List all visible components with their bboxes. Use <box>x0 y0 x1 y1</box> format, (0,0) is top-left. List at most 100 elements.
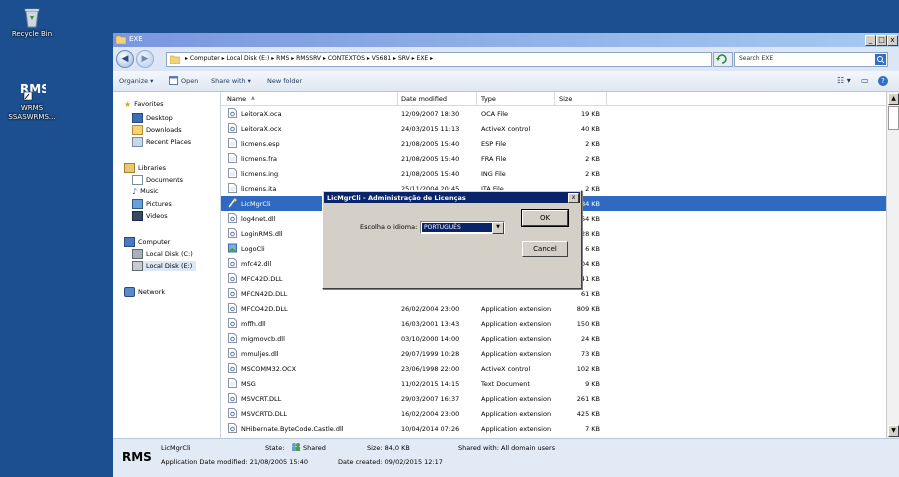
address-bar[interactable]: ▸ Computer ▸ Local Disk (E:) ▸ RMS ▸ RMS… <box>166 52 712 67</box>
details-state-label: State: <box>265 444 285 452</box>
wrms-label-line2: SSASWRMS... <box>8 113 56 121</box>
nav-desktop[interactable]: Desktop <box>132 113 173 123</box>
file-name: LeitoraX.oca <box>241 110 282 118</box>
table-row[interactable]: MSVCRTD.DLL 16/02/2004 23:00 Application e… <box>221 406 886 421</box>
file-name: NHibernate.ByteCode.Castle.dll <box>241 425 344 433</box>
file-name: MSG <box>241 380 256 388</box>
details-created: Date created: 09/02/2015 12:17 <box>338 458 443 466</box>
chevron-down-icon[interactable]: ▼ <box>492 222 504 234</box>
nav-pictures[interactable]: Pictures <box>132 199 172 209</box>
address-row: ◀ ▶ ▸ Computer ▸ Local Disk (E:) ▸ RMS ▸… <box>113 47 899 71</box>
column-header-name[interactable]: Name <box>227 95 246 103</box>
nav-favorites[interactable]: ★ Favorites <box>124 100 164 109</box>
file-date: 29/07/1999 10:28 <box>401 350 460 358</box>
column-header-date[interactable]: Date modified <box>401 95 447 103</box>
recycle-bin-desktop-icon[interactable]: Recycle Bin <box>0 6 64 39</box>
view-options-icon[interactable]: ☷ ▾ <box>837 76 851 85</box>
nav-downloads[interactable]: Downloads <box>132 125 182 135</box>
preview-pane-icon[interactable]: ▭ <box>861 76 869 85</box>
file-date: 03/10/2000 14:00 <box>401 335 460 343</box>
table-row[interactable]: LeitoraX.ocx 24/03/2015 11:13 ActiveX cont… <box>221 121 886 136</box>
file-date: 12/09/2007 18:30 <box>401 110 460 118</box>
file-type: Application extension <box>481 305 552 313</box>
app-icon <box>228 198 237 208</box>
window-titlebar[interactable]: EXE _ □ x <box>113 33 899 47</box>
file-name: LicMgrCli <box>241 200 271 208</box>
folder-icon <box>170 55 180 64</box>
language-select[interactable]: PORTUGUÊS ▼ <box>420 221 505 234</box>
table-row[interactable]: licmens.ing 21/08/2005 15:40 ING File 2 KB <box>221 166 886 181</box>
file-name: mfc42.dll <box>241 260 272 268</box>
file-date: 21/08/2005 15:40 <box>401 155 460 163</box>
nav-recent-places[interactable]: Recent Places <box>132 137 191 147</box>
file-type: ESP File <box>481 140 507 148</box>
open-button[interactable]: Open <box>181 77 198 85</box>
file-size: 150 KB <box>576 320 600 328</box>
ok-button[interactable]: OK <box>521 209 569 227</box>
dll-file-icon <box>228 273 237 283</box>
table-row[interactable]: licmens.fra 21/08/2005 15:40 FRA File 2 KB <box>221 151 886 166</box>
table-row[interactable]: LeitoraX.oca 12/09/2007 18:30 OCA File 19 K… <box>221 106 886 121</box>
wrms-desktop-icon[interactable]: RMS WRMS SSASWRMS... <box>0 80 64 122</box>
file-date: 23/06/1998 22:00 <box>401 365 460 373</box>
nav-documents[interactable]: Documents <box>132 175 183 185</box>
new-folder-button[interactable]: New folder <box>267 77 302 85</box>
dll-file-icon <box>228 258 237 268</box>
table-row[interactable]: MSVCRT.DLL 29/03/2007 16:37 Application ex… <box>221 391 886 406</box>
vertical-scrollbar[interactable]: ▲ ▼ <box>886 92 899 438</box>
nav-music[interactable]: ♪ Music <box>132 187 159 196</box>
file-date: 16/02/2004 23:00 <box>401 410 460 418</box>
column-header-type[interactable]: Type <box>481 95 496 103</box>
nav-computer[interactable]: Computer <box>124 237 170 247</box>
table-row[interactable]: MSCOMM32.OCX 23/06/1998 22:00 ActiveX cont… <box>221 361 886 376</box>
table-row[interactable]: mmuljes.dll 29/07/1999 10:28 Application e… <box>221 346 886 361</box>
table-row[interactable]: mffh.dll 16/03/2001 13:43 Application exte… <box>221 316 886 331</box>
table-row[interactable]: MFCO42D.DLL 26/02/2004 23:00 Application e… <box>221 301 886 316</box>
table-row[interactable]: MSG 11/02/2015 14:15 Text Document 9 KB <box>221 376 886 391</box>
maximize-button[interactable]: □ <box>876 35 887 46</box>
back-button[interactable]: ◀ <box>116 50 134 68</box>
details-shared-with: Shared with: All domain users <box>458 444 556 452</box>
dialog-titlebar[interactable]: LicMgrCli - Administração de Licenças x <box>324 192 580 203</box>
dll-file-icon <box>228 318 237 328</box>
file-name: migmovcb.dll <box>241 335 285 343</box>
column-header-size[interactable]: Size <box>559 95 572 103</box>
nav-network[interactable]: Network <box>124 287 165 297</box>
command-bar: Organize ▾ Open Share with ▾ New folder … <box>113 71 899 92</box>
file-name: mffh.dll <box>241 320 266 328</box>
libraries-icon <box>124 163 135 173</box>
search-input[interactable]: Search EXE <box>734 52 888 67</box>
navigation-pane: ★ Favorites Desktop Downloads Recent Plac… <box>113 92 221 438</box>
file-type: Text Document <box>481 380 530 388</box>
nav-local-disk-e[interactable]: Local Disk (E:) <box>132 261 197 271</box>
nav-videos[interactable]: Videos <box>132 211 168 221</box>
downloads-icon <box>132 125 143 135</box>
refresh-button[interactable] <box>713 52 733 67</box>
nav-libraries[interactable]: Libraries <box>124 163 166 173</box>
dll-file-icon <box>228 333 237 343</box>
forward-button[interactable]: ▶ <box>136 50 154 68</box>
document-file-icon <box>228 168 237 178</box>
search-icon[interactable] <box>875 54 886 65</box>
file-type: Application extension <box>481 425 552 433</box>
minimize-button[interactable]: _ <box>865 35 876 46</box>
scroll-up-button[interactable]: ▲ <box>888 93 899 105</box>
column-headers: Name ▲ Date modified Type Size <box>221 92 886 106</box>
table-row[interactable]: licmens.esp 21/08/2005 15:40 ESP File 2 KB <box>221 136 886 151</box>
share-with-button[interactable]: Share with ▾ <box>211 77 251 85</box>
file-date: 26/02/2004 23:00 <box>401 305 460 313</box>
table-row[interactable]: NHibernate.ByteCode.Castle.dll 10/04/2014… <box>221 421 886 436</box>
help-icon[interactable]: ? <box>878 76 888 86</box>
scroll-down-button[interactable]: ▼ <box>888 425 899 437</box>
nav-local-disk-c[interactable]: Local Disk (C:) <box>132 249 193 259</box>
hard-drive-icon <box>132 249 143 259</box>
table-row[interactable]: migmovcb.dll 03/10/2000 14:00 Application … <box>221 331 886 346</box>
organize-button[interactable]: Organize ▾ <box>119 77 153 85</box>
dll-file-icon <box>228 348 237 358</box>
dialog-close-button[interactable]: x <box>568 193 579 203</box>
file-name: licmens.esp <box>241 140 280 148</box>
file-type: ActiveX control <box>481 365 531 373</box>
cancel-button[interactable]: Cancel <box>522 241 568 257</box>
scroll-thumb[interactable] <box>888 106 899 130</box>
close-button[interactable]: x <box>887 35 898 46</box>
